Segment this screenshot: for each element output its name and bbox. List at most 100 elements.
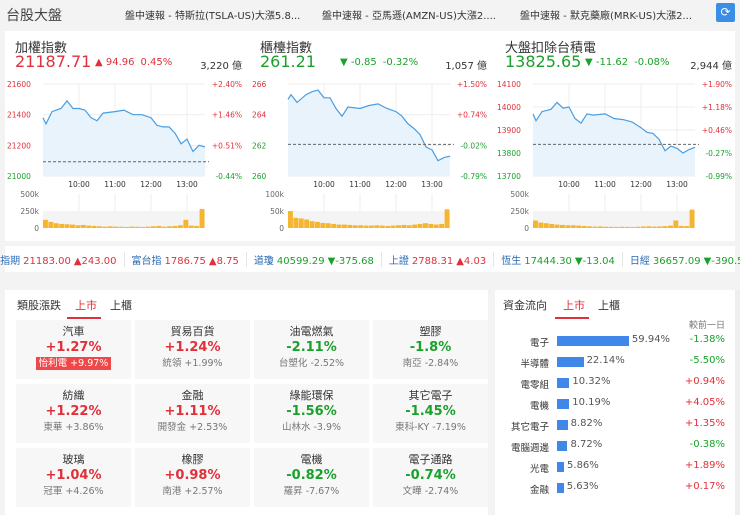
news-link[interactable]: 盤中速報 - 特斯拉(TSLA-US)大漲5.8...	[125, 7, 300, 22]
volume-bar	[325, 223, 331, 228]
flow-row[interactable]: 電腦週邊 8.72% -0.38%	[495, 437, 735, 455]
sector-tile[interactable]: 電機 -0.82% 羅昇 -7.67%	[254, 448, 369, 507]
volume-bar	[59, 223, 65, 228]
volume-bar	[619, 226, 625, 228]
flow-bar	[557, 357, 584, 367]
flow-row[interactable]: 電子 59.94% -1.38%	[495, 332, 735, 350]
y-tick-label: 264	[252, 111, 267, 120]
sector-tile[interactable]: 玻璃 +1.04% 冠軍 +4.26%	[16, 448, 131, 507]
sector-tile[interactable]: 貿易百貨 +1.24% 統領 +1.99%	[135, 320, 250, 379]
flow-sector-name: 光電	[529, 464, 549, 475]
news-link[interactable]: 盤中速報 - 默克藥廠(MRK-US)大漲2...	[520, 7, 692, 22]
volume-tick-label: 0	[524, 224, 529, 233]
volume-tick-label: 250k	[20, 207, 39, 216]
index-change: ▲ 94.96 0.45%	[95, 57, 172, 68]
sector-name: 貿易百貨	[170, 325, 215, 338]
sector-tile[interactable]: 電子通路 -0.74% 文曄 -2.74%	[373, 448, 488, 507]
flow-row[interactable]: 其它電子 8.82% +1.35%	[495, 416, 735, 434]
flow-share: 59.94%	[631, 334, 671, 345]
flow-row[interactable]: 電零組 10.32% +0.94%	[495, 374, 735, 392]
flow-bar	[557, 378, 570, 388]
volume-bar	[570, 225, 576, 228]
sector-change: +1.27%	[45, 340, 102, 355]
ticker-value: 1786.75	[164, 255, 206, 267]
flow-row[interactable]: 光電 5.86% +1.89%	[495, 458, 735, 476]
top-stock[interactable]: 統領 +1.99%	[162, 358, 222, 369]
flow-share: 22.14%	[586, 355, 625, 366]
index-panel: 加權指數 21187.71 ▲ 94.96 0.45% 3,220 億 21600 +2.4…	[5, 31, 735, 241]
index-card[interactable]: 櫃檯指數 261.21 ▼ -0.85 -0.32% 1,057 億 266 +1.50% 2…	[250, 31, 495, 241]
volume-bar	[124, 226, 129, 228]
refresh-button[interactable]: ⟳	[716, 3, 735, 22]
sector-tile[interactable]: 塑膠 -1.8% 南亞 -2.84%	[373, 320, 488, 379]
volume-bar	[320, 222, 326, 228]
volume-bar	[43, 219, 48, 228]
top-stock[interactable]: 台塑化 -2.52%	[279, 358, 344, 369]
change-points: -0.85	[350, 57, 377, 68]
volume-bar	[581, 225, 587, 228]
volume-bar	[102, 226, 108, 228]
index-card[interactable]: 加權指數 21187.71 ▲ 94.96 0.45% 3,220 億 21600 +2.4…	[5, 31, 250, 241]
sector-name: 金融	[181, 389, 204, 402]
top-stock[interactable]: 羅昇 -7.67%	[284, 486, 340, 497]
ticker-item[interactable]: 上證 2788.31 ▲4.03	[380, 251, 493, 267]
index-value: 13825.65	[505, 52, 582, 71]
ticker-change: ▼-375.68	[327, 255, 374, 267]
volume-tick-label: 0	[34, 224, 39, 233]
top-stock[interactable]: 怡利電 +9.97%	[35, 357, 112, 370]
top-stock[interactable]: 南亞 -2.84%	[403, 358, 459, 369]
fund-flow-panel: 資金流向 上市 上櫃 較前一日 電子 59.94% -1.38% 半導體 22.14% -…	[495, 290, 735, 515]
sector-tile[interactable]: 其它電子 -1.45% 東科-KY -7.19%	[373, 384, 488, 443]
ticker-item[interactable]: 台指期21183.00▲243.00	[0, 252, 124, 267]
sector-name: 其它電子	[408, 389, 453, 402]
ticker-item[interactable]: 日經36657.09▼-390.52	[621, 251, 740, 267]
top-stock[interactable]: 南港 +2.57%	[162, 486, 222, 497]
sector-tile[interactable]: 橡膠 +0.98% 南港 +2.57%	[135, 448, 250, 507]
ticker-item[interactable]: 富台指 1786.75 ▲8.75	[123, 251, 246, 267]
flow-row[interactable]: 半導體 22.14% -5.50%	[495, 353, 735, 371]
triangle-up-icon: ▲	[95, 57, 106, 68]
flow-row[interactable]: 金融 5.63% +0.17%	[495, 479, 735, 497]
flow-change: +4.05%	[684, 397, 725, 408]
sector-tile[interactable]: 綠能環保 -1.56% 山林水 -3.9%	[254, 384, 369, 443]
top-stock[interactable]: 東華 +3.86%	[43, 422, 103, 433]
y-tick-label: 21000	[7, 172, 31, 181]
volume-bar	[374, 225, 380, 228]
tab-listed[interactable]: 上市	[563, 297, 585, 313]
tab-otc[interactable]: 上櫃	[598, 297, 620, 313]
volume-bar	[48, 221, 54, 228]
x-tick-label: 10:00	[313, 180, 335, 189]
sector-tile[interactable]: 金融 +1.11% 開發金 +2.53%	[135, 384, 250, 443]
volume-bar	[379, 225, 385, 228]
volume-bar	[172, 225, 178, 228]
flow-row[interactable]: 電機 10.19% +4.05%	[495, 395, 735, 413]
y-tick-label: 14100	[497, 80, 521, 89]
ticker-item[interactable]: 道瓊 40599.29 ▼-375.68	[245, 251, 381, 267]
volume-bar	[646, 226, 652, 228]
sector-tile[interactable]: 油電燃氣 -2.11% 台塑化 -2.52%	[254, 320, 369, 379]
y2-tick-label: +0.74%	[457, 111, 487, 120]
sector-tile[interactable]: 汽車 +1.27% 怡利電 +9.97%	[16, 320, 131, 379]
volume-bar	[315, 221, 320, 228]
scrollbar[interactable]	[735, 290, 740, 515]
y2-tick-label: +1.50%	[457, 80, 487, 89]
flow-sector-name: 電子	[529, 338, 549, 349]
volume-bar	[352, 225, 358, 228]
top-stock[interactable]: 開發金 +2.53%	[158, 422, 228, 433]
volume-bar	[678, 225, 684, 228]
top-stock[interactable]: 山林水 -3.9%	[282, 422, 341, 433]
ticker-label: 道瓊	[253, 255, 274, 267]
sector-tile[interactable]: 紡織 +1.22% 東華 +3.86%	[16, 384, 131, 443]
volume-bar	[188, 225, 194, 228]
tab-otc[interactable]: 上櫃	[110, 297, 132, 313]
news-link[interactable]: 盤中速報 - 亞馬遜(AMZN-US)大漲2....	[322, 7, 496, 22]
active-tab-indicator	[67, 317, 101, 319]
top-stock[interactable]: 冠軍 +4.26%	[43, 486, 103, 497]
top-stock[interactable]: 東科-KY -7.19%	[395, 422, 466, 433]
ticker-item[interactable]: 恆生 17444.30 ▼-13.04	[493, 251, 622, 267]
top-stock[interactable]: 文曄 -2.74%	[403, 486, 459, 497]
index-card[interactable]: 大盤扣除台積電 13825.65 ▼ -11.62 -0.08% 2,944 億 1410…	[495, 31, 740, 241]
volume-bar	[304, 219, 310, 228]
index-value: 21187.71	[15, 52, 92, 71]
tab-listed[interactable]: 上市	[75, 297, 97, 313]
